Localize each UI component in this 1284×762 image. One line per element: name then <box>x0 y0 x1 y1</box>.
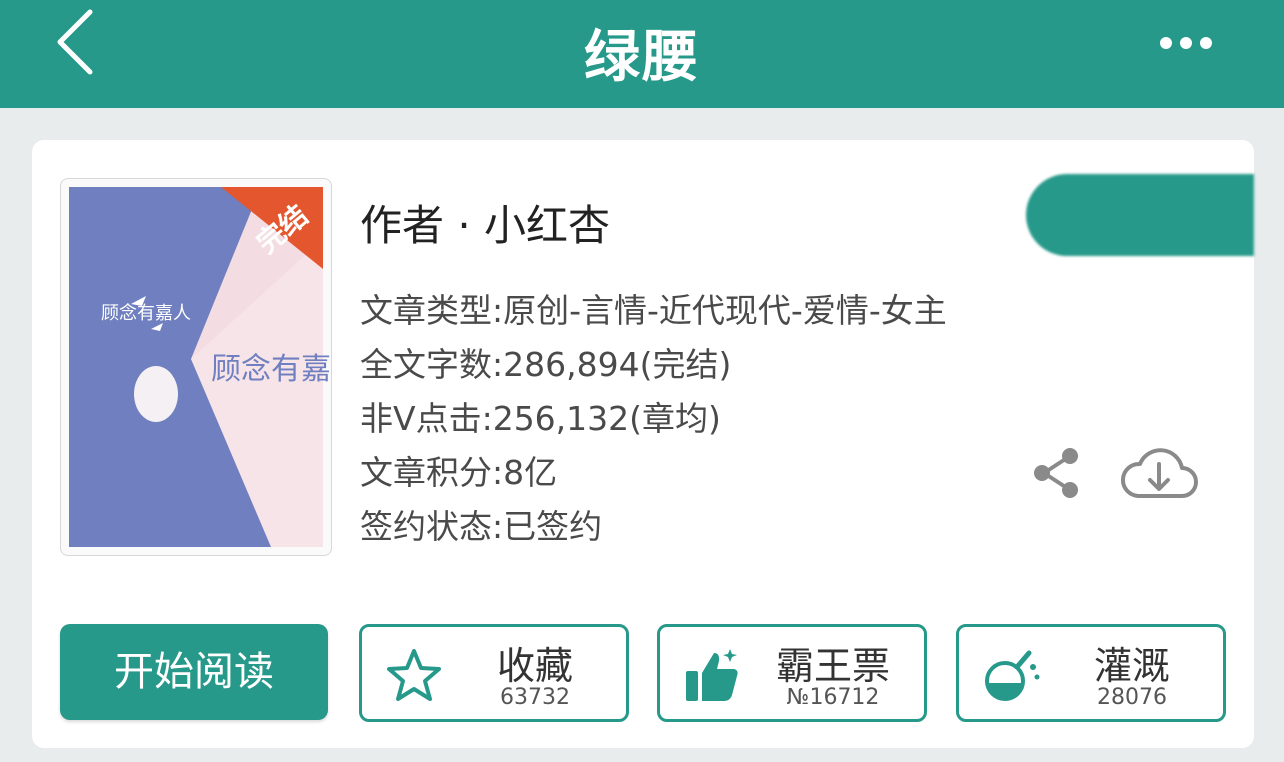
thumbs-up-icon <box>686 649 738 701</box>
more-button[interactable] <box>1156 30 1216 56</box>
share-icon <box>1034 448 1078 498</box>
detail-clicks: 非V点击:256,132(章均) <box>360 399 721 438</box>
detail-word-count: 全文字数:286,894(完结) <box>360 345 732 384</box>
favorite-button[interactable]: 收藏 63732 <box>359 624 629 722</box>
star-icon <box>387 649 441 701</box>
cloud-download-icon <box>1121 448 1198 498</box>
book-details: 文章类型:原创-言情-近代现代-爱情-女主 全文字数:286,894(完结) 非… <box>360 284 947 554</box>
favorite-label: 收藏 <box>496 644 573 688</box>
more-horizontal-icon <box>1160 37 1212 49</box>
detail-score: 文章积分:8亿 <box>360 453 558 492</box>
flask-icon <box>985 650 1040 701</box>
vote-count: №16712 <box>786 685 880 710</box>
author-tag-pill[interactable] <box>1026 174 1254 256</box>
detail-type: 文章类型:原创-言情-近代现代-爱情-女主 <box>360 291 947 330</box>
cover-spine-text: 顾念有嘉人 <box>101 302 191 324</box>
download-button[interactable] <box>1120 446 1198 504</box>
water-button[interactable]: 灌溉 28076 <box>956 624 1226 722</box>
book-info-card: 顾念有嘉人 顾念有嘉人 完结 作者 · 小红杏 文章类型:原创-言情-近代现代-… <box>32 140 1254 748</box>
page-title: 绿腰 <box>584 25 700 90</box>
detail-sign-status: 签约状态:已签约 <box>360 507 603 546</box>
top-bar: 绿腰 <box>0 0 1284 108</box>
cover-title-text: 顾念有嘉人 <box>211 352 331 387</box>
favorite-count: 63732 <box>500 685 570 710</box>
water-count: 28076 <box>1097 685 1167 710</box>
book-cover[interactable]: 顾念有嘉人 顾念有嘉人 完结 <box>60 178 332 556</box>
author-name: 作者 · 小红杏 <box>360 201 611 250</box>
vote-label: 霸王票 <box>775 644 890 688</box>
vote-button[interactable]: 霸王票 №16712 <box>657 624 927 722</box>
share-button[interactable] <box>1032 446 1080 500</box>
book-cover-art: 顾念有嘉人 顾念有嘉人 完结 <box>69 187 331 547</box>
water-label: 灌溉 <box>1093 644 1170 688</box>
start-reading-button[interactable]: 开始阅读 <box>60 624 328 720</box>
